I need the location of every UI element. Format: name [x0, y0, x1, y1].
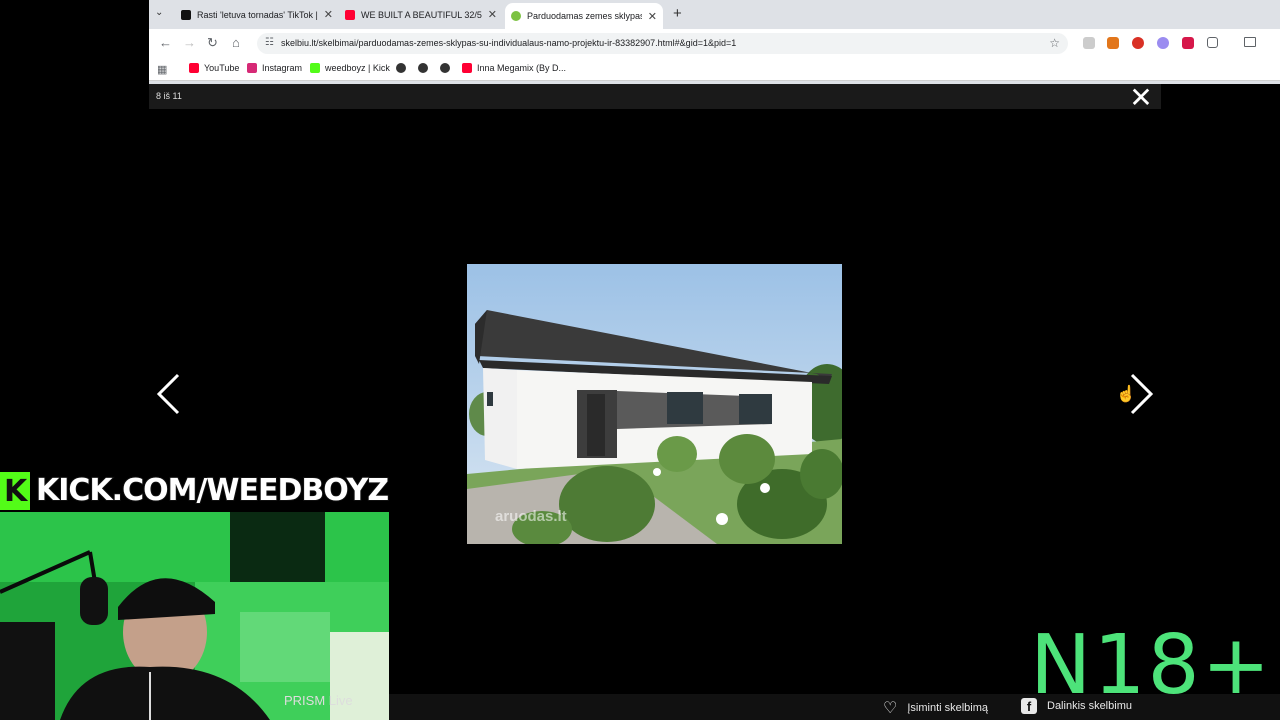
tab-close-icon[interactable]: ✕: [324, 8, 333, 21]
bookmark-kick[interactable]: weedboyz | Kick: [310, 63, 390, 73]
kick-url-text: KICK.COM/WEEDBOYZ: [35, 472, 390, 509]
tab-strip: ⌄ Rasti 'letuva tornadas' TikTok | ✕ WE …: [149, 0, 1280, 29]
forward-arrow-icon[interactable]: →: [183, 35, 196, 50]
apps-grid-icon[interactable]: ▦: [157, 63, 167, 76]
tab-youtube[interactable]: WE BUILT A BEAUTIFUL 32/50 H ✕: [339, 3, 503, 26]
age-rating-badge: N18+: [1030, 618, 1273, 713]
photo-counter: 8 iš 11: [156, 91, 182, 101]
extensions-puzzle-icon[interactable]: [1207, 37, 1218, 48]
tab-title: Parduodamas zemes sklypas su: [527, 11, 642, 21]
previous-photo-chevron-icon[interactable]: [154, 372, 184, 416]
gallery-close-icon[interactable]: ✕: [1128, 84, 1154, 112]
kick-logo-icon: K: [0, 472, 30, 510]
tab-close-icon[interactable]: ✕: [488, 8, 497, 21]
youtube-icon: [462, 63, 472, 73]
bookmark-globe-1[interactable]: [396, 63, 411, 73]
globe-icon: [418, 63, 428, 73]
youtube-icon: [189, 63, 199, 73]
listing-photo: aruodas.lt: [467, 264, 842, 544]
side-panel-icon[interactable]: [1244, 37, 1256, 47]
save-listing-label: Įsiminti skelbimą: [907, 702, 989, 714]
tab-close-icon[interactable]: ✕: [648, 10, 657, 23]
metamask-icon[interactable]: [1107, 37, 1119, 49]
tab-title: Rasti 'letuva tornadas' TikTok |: [197, 9, 318, 20]
bookmark-globe-3[interactable]: [440, 63, 455, 73]
prism-live-watermark: PRISM Live: [284, 693, 353, 708]
skelbiu-icon: [511, 11, 521, 21]
new-tab-plus-icon[interactable]: +: [673, 5, 682, 22]
webcam-feed: [0, 512, 389, 720]
tab-tiktok[interactable]: Rasti 'letuva tornadas' TikTok | ✕: [175, 3, 339, 26]
extension-icon[interactable]: [1157, 37, 1169, 49]
bookmark-label: weedboyz | Kick: [325, 63, 390, 73]
kick-channel-banner: K KICK.COM/WEEDBOYZ: [0, 470, 396, 512]
youtube-icon: [345, 9, 355, 20]
instagram-icon: [247, 63, 257, 73]
bookmarks-bar: ▦ YouTube Instagram weedboyz | Kick Inna…: [149, 58, 1280, 81]
extension-badge-icon[interactable]: [1132, 37, 1144, 49]
site-info-icon[interactable]: ☷: [265, 37, 274, 48]
url-text[interactable]: skelbiu.lt/skelbimai/parduodamas-zemes-s…: [281, 38, 736, 48]
tiktok-icon: [181, 9, 191, 20]
bookmark-youtube[interactable]: YouTube: [189, 63, 239, 73]
browser-toolbar: ← → ↻ ⌂ ☷ skelbiu.lt/skelbimai/parduodam…: [149, 29, 1280, 58]
globe-icon: [440, 63, 450, 73]
photo-watermark: aruodas.lt: [495, 508, 567, 525]
tab-search-chevron-icon[interactable]: ⌄: [155, 7, 163, 18]
bookmark-label: YouTube: [204, 63, 240, 73]
address-bar[interactable]: ☷ skelbiu.lt/skelbimai/parduodamas-zemes…: [257, 33, 1068, 54]
kick-icon: [310, 63, 320, 73]
reload-icon[interactable]: ↻: [207, 35, 218, 51]
heart-icon: ♡: [883, 700, 898, 717]
bookmark-star-icon[interactable]: ☆: [1049, 36, 1060, 50]
tab-skelbiu[interactable]: Parduodamas zemes sklypas su ✕: [505, 3, 663, 29]
hand-cursor-icon: ☝: [1116, 386, 1136, 403]
shield-extension-icon[interactable]: [1182, 37, 1194, 49]
back-arrow-icon[interactable]: ←: [159, 35, 172, 50]
extension-icon[interactable]: [1083, 37, 1095, 49]
bookmark-globe-2[interactable]: [418, 63, 433, 73]
globe-icon: [396, 63, 406, 73]
bookmark-label: Inna Megamix (By D...: [477, 63, 567, 73]
bookmark-inna[interactable]: Inna Megamix (By D...: [462, 63, 566, 73]
browser-window: ⌄ Rasti 'letuva tornadas' TikTok | ✕ WE …: [149, 0, 1280, 84]
gallery-top-bar: 8 iš 11: [149, 84, 1161, 109]
tab-title: WE BUILT A BEAUTIFUL 32/50 H: [361, 9, 482, 20]
bookmark-label: Instagram: [262, 63, 303, 73]
home-icon[interactable]: ⌂: [232, 35, 240, 50]
save-listing-button[interactable]: ♡ Įsiminti skelbimą: [883, 698, 988, 718]
bookmark-instagram[interactable]: Instagram: [247, 63, 302, 73]
